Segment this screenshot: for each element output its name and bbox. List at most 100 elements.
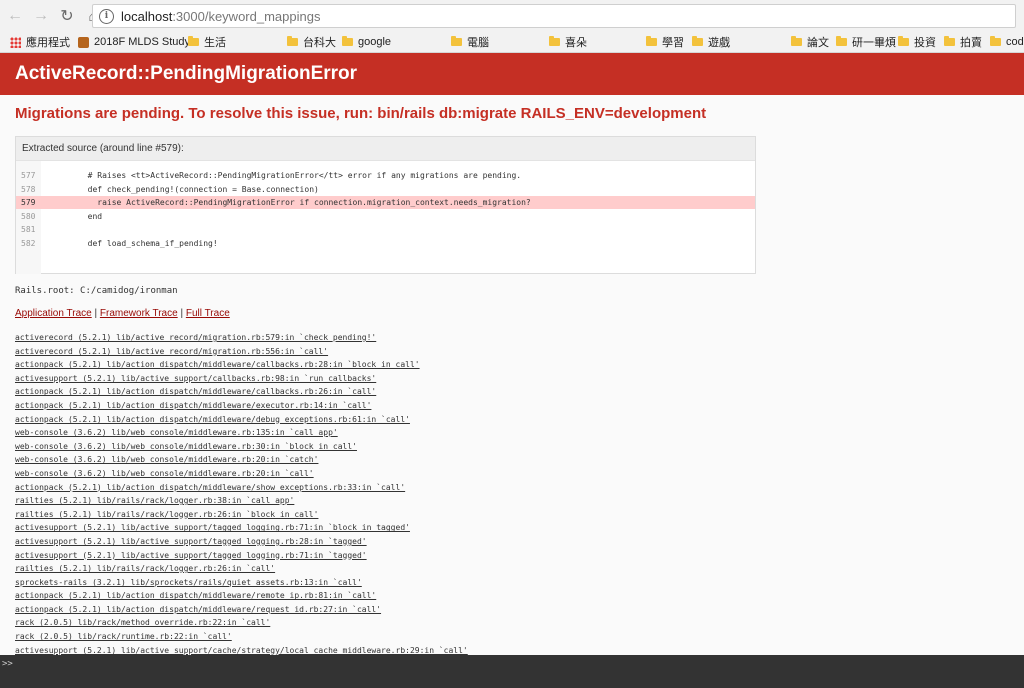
application-trace-link[interactable]: Application Trace [15, 308, 92, 319]
code-line: 580 end [16, 210, 755, 223]
bookmark-apps[interactable]: 應用程式 [10, 34, 70, 50]
bookmark-folder-research[interactable]: 研一畢煩 [836, 34, 896, 50]
line-number: 579 [21, 198, 36, 207]
bookmark-label: 電腦 [467, 37, 489, 49]
folder-icon [898, 36, 909, 46]
folder-icon [188, 36, 199, 46]
rails-root: Rails.root: C:/camidog/ironman [15, 286, 178, 296]
folder-icon [342, 36, 353, 46]
code-line: 577 # Raises <tt>ActiveRecord::PendingMi… [16, 169, 755, 182]
trace-item[interactable]: actionpack (5.2.1) lib/action_dispatch/m… [15, 589, 715, 603]
trace-item[interactable]: railties (5.2.1) lib/rails/rack/logger.r… [15, 494, 715, 508]
code-line: 582 def load_schema_if_pending! [16, 237, 755, 250]
url-text[interactable]: localhost:3000/keyword_mappings [121, 9, 320, 24]
trace-item[interactable]: rack (2.0.5) lib/rack/method_override.rb… [15, 616, 715, 630]
forward-arrow-icon[interactable]: → [30, 5, 52, 27]
trace-item[interactable]: web-console (3.6.2) lib/web_console/midd… [15, 440, 715, 454]
folder-icon [549, 36, 560, 46]
trace-item[interactable]: actionpack (5.2.1) lib/action_dispatch/m… [15, 385, 715, 399]
bookmark-label: 喜朵 [565, 37, 587, 49]
code-line: 581 [16, 223, 755, 236]
full-trace-link[interactable]: Full Trace [186, 308, 230, 319]
trace-item[interactable]: railties (5.2.1) lib/rails/rack/logger.r… [15, 562, 715, 576]
folder-icon [990, 36, 1001, 46]
trace-item[interactable]: activerecord (5.2.1) lib/active_record/m… [15, 345, 715, 359]
separator: | [180, 308, 184, 319]
source-panel-title: Extracted source (around line #579): [16, 137, 755, 161]
folder-icon [692, 36, 703, 46]
bookmark-label: google [358, 36, 392, 48]
error-class-title: ActiveRecord::PendingMigrationError [15, 63, 358, 84]
bookmark-label: 研一畢煩 [852, 37, 896, 49]
separator: | [94, 308, 98, 319]
bookmark-folder-xiduo[interactable]: 喜朵 [549, 34, 587, 50]
code-text: raise ActiveRecord::PendingMigrationErro… [78, 198, 531, 207]
trace-item[interactable]: activesupport (5.2.1) lib/active_support… [15, 549, 715, 563]
folder-icon [944, 36, 955, 46]
bookmark-label: 論文 [807, 37, 829, 49]
framework-trace-link[interactable]: Framework Trace [100, 308, 178, 319]
trace-item[interactable]: activerecord (5.2.1) lib/active_record/m… [15, 331, 715, 345]
trace-item[interactable]: actionpack (5.2.1) lib/action_dispatch/m… [15, 481, 715, 495]
code-line-highlighted: 579 raise ActiveRecord::PendingMigration… [16, 196, 755, 209]
trace-item[interactable]: sprockets-rails (3.2.1) lib/sprockets/ra… [15, 576, 715, 590]
bookmark-mlds-study[interactable]: 2018F MLDS Study [78, 34, 190, 50]
url-path: :3000/keyword_mappings [172, 8, 321, 24]
folder-icon [451, 36, 462, 46]
bookmark-folder-games[interactable]: 遊戲 [692, 34, 730, 50]
bookmark-folder-study[interactable]: 學習 [646, 34, 684, 50]
bookmark-label: code [1006, 36, 1024, 48]
bookmark-folder-computer[interactable]: 電腦 [451, 34, 489, 50]
bookmark-folder-invest[interactable]: 投資 [898, 34, 936, 50]
trace-item[interactable]: actionpack (5.2.1) lib/action_dispatch/m… [15, 603, 715, 617]
line-number: 582 [21, 238, 36, 248]
trace-item[interactable]: web-console (3.6.2) lib/web_console/midd… [15, 453, 715, 467]
apps-grid-icon [10, 36, 21, 48]
code-text: def check_pending!(connection = Base.con… [78, 184, 319, 194]
code-text: end [78, 211, 103, 221]
trace-tabs: Application Trace | Framework Trace | Fu… [15, 308, 230, 319]
error-message: Migrations are pending. To resolve this … [15, 105, 707, 122]
trace-item[interactable]: actionpack (5.2.1) lib/action_dispatch/m… [15, 399, 715, 413]
bookmark-folder-papers[interactable]: 論文 [791, 34, 829, 50]
trace-item[interactable]: activesupport (5.2.1) lib/active_support… [15, 372, 715, 386]
extracted-source-panel: Extracted source (around line #579): 577… [15, 136, 756, 274]
browser-toolbar: ← → ↻ ⌂ i localhost:3000/keyword_mapping… [0, 0, 1024, 32]
line-number: 581 [21, 225, 36, 234]
line-number: 578 [21, 184, 36, 194]
reload-icon[interactable]: ↻ [56, 5, 78, 27]
trace-item[interactable]: railties (5.2.1) lib/rails/rack/logger.r… [15, 508, 715, 522]
site-favicon-icon [78, 36, 89, 48]
site-info-icon[interactable]: i [99, 8, 114, 24]
folder-icon [836, 36, 847, 46]
line-number: 577 [21, 171, 36, 180]
url-host: localhost [121, 8, 173, 24]
bookmark-label: 應用程式 [26, 37, 70, 49]
trace-item[interactable]: actionpack (5.2.1) lib/action_dispatch/m… [15, 413, 715, 427]
console-prompt: >> [2, 659, 13, 669]
code-text: def load_schema_if_pending! [78, 238, 218, 248]
trace-item[interactable]: activesupport (5.2.1) lib/active_support… [15, 521, 715, 535]
address-bar[interactable]: i localhost:3000/keyword_mappings [92, 4, 1016, 28]
code-text: # Raises <tt>ActiveRecord::PendingMigrat… [78, 171, 522, 180]
error-header: ActiveRecord::PendingMigrationError [0, 53, 1024, 95]
trace-item[interactable]: actionpack (5.2.1) lib/action_dispatch/m… [15, 358, 715, 372]
back-arrow-icon[interactable]: ← [4, 5, 26, 27]
code-line: 578 def check_pending!(connection = Base… [16, 183, 755, 196]
trace-item[interactable]: rack (2.0.5) lib/rack/runtime.rb:22:in `… [15, 630, 715, 644]
trace-item[interactable]: web-console (3.6.2) lib/web_console/midd… [15, 426, 715, 440]
bookmark-folder-ntust[interactable]: 台科大 [287, 34, 336, 50]
line-number: 580 [21, 211, 36, 221]
bookmark-folder-google[interactable]: google [342, 34, 391, 50]
bookmark-folder-auction[interactable]: 拍賣 [944, 34, 982, 50]
folder-icon [791, 36, 802, 46]
trace-list: activerecord (5.2.1) lib/active_record/m… [15, 331, 715, 657]
bookmark-label: 2018F MLDS Study [94, 36, 190, 48]
bookmark-folder-life[interactable]: 生活 [188, 34, 226, 50]
trace-item[interactable]: web-console (3.6.2) lib/web_console/midd… [15, 467, 715, 481]
web-console[interactable]: >> [0, 655, 1024, 688]
bookmark-label: 生活 [204, 37, 226, 49]
trace-item[interactable]: activesupport (5.2.1) lib/active_support… [15, 535, 715, 549]
bookmark-folder-code[interactable]: code [990, 34, 1024, 50]
source-code-body: 577 # Raises <tt>ActiveRecord::PendingMi… [16, 161, 755, 274]
